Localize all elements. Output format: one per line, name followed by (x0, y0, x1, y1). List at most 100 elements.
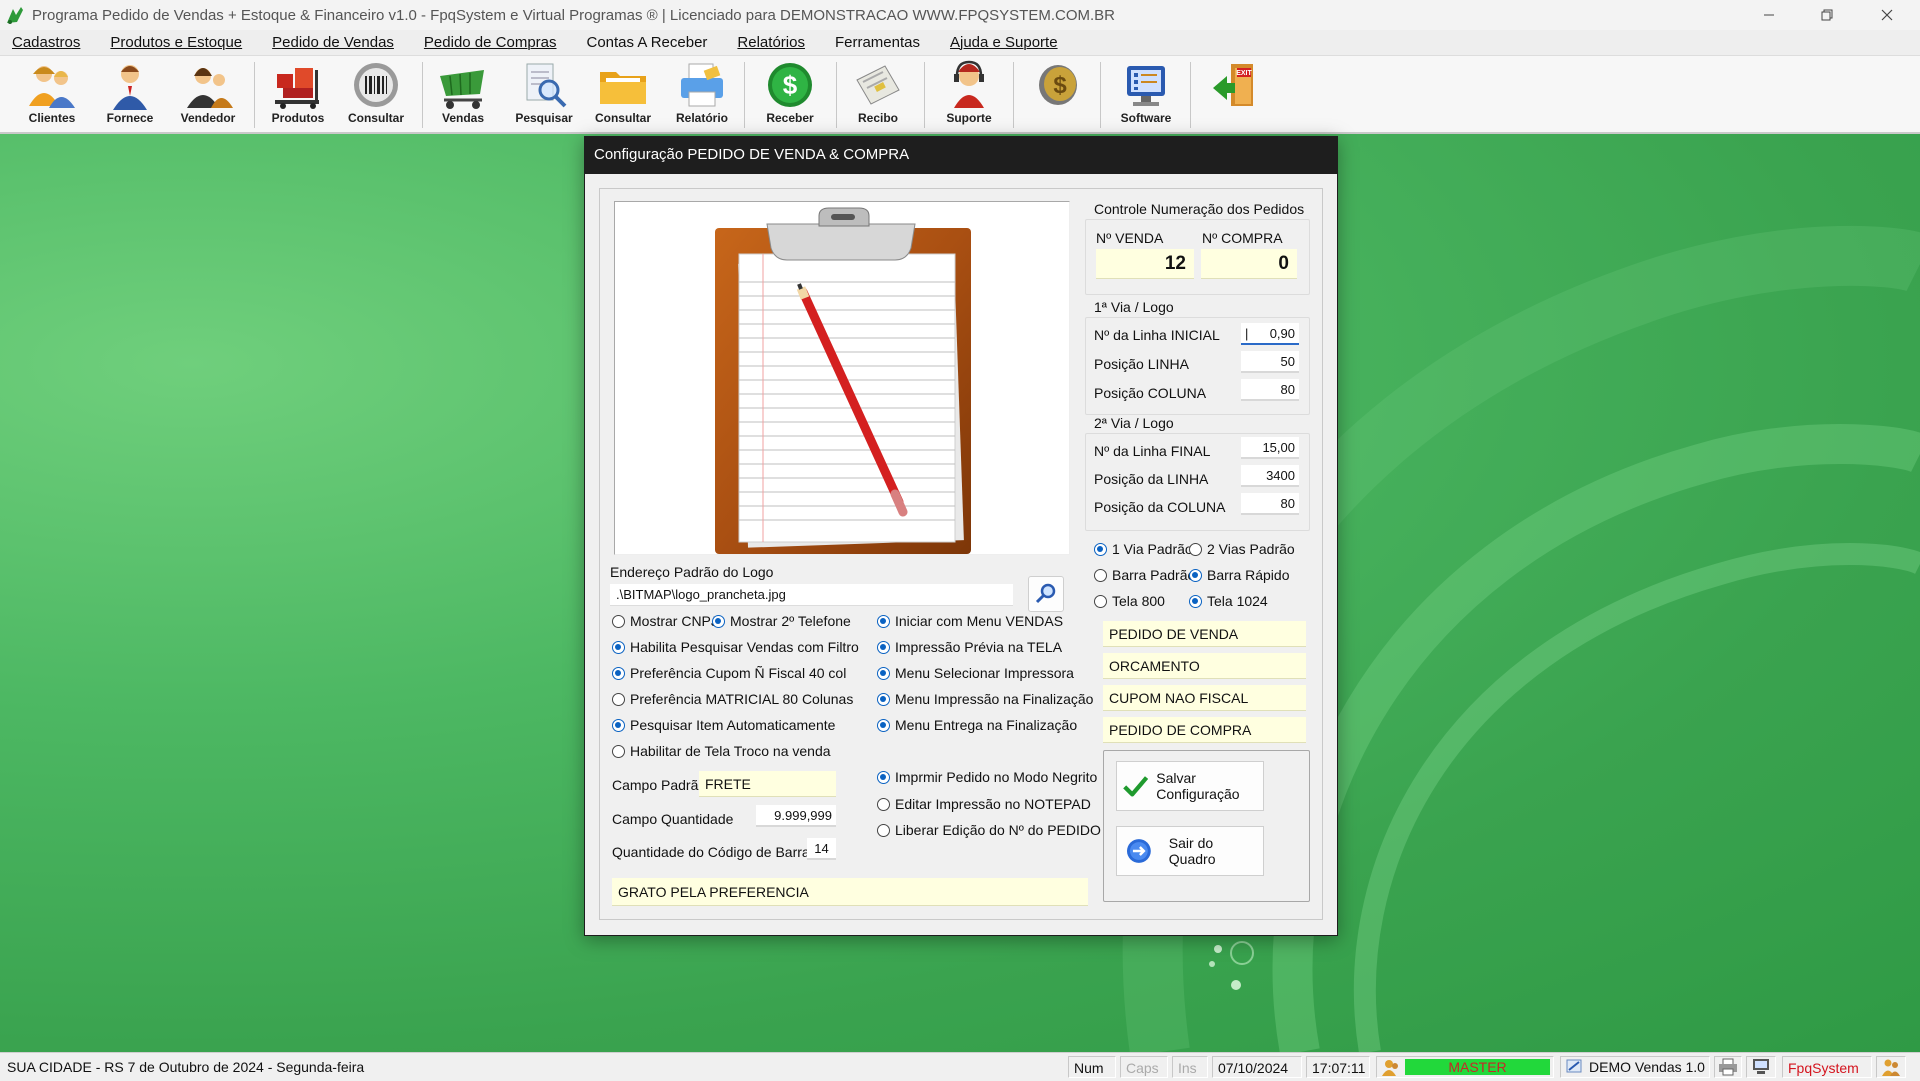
toolbar-pesquisar-label: Pesquisar (515, 111, 573, 125)
close-button[interactable] (1858, 0, 1916, 30)
menu-pedido-vendas[interactable]: Pedido de Vendas (257, 34, 409, 51)
title-pedido-compra-field[interactable]: PEDIDO DE COMPRA (1103, 717, 1306, 743)
toolbar-consultar-folder-button[interactable]: Consultar (587, 60, 659, 130)
toolbar-fornece-button[interactable]: Fornece (94, 60, 166, 130)
linha-final-label: Nº da Linha FINAL (1094, 443, 1211, 459)
radio-barra-rapido[interactable]: Barra Rápido (1189, 567, 1290, 583)
toolbar-suporte-button[interactable]: Suporte (933, 60, 1005, 130)
restore-button[interactable] (1798, 0, 1856, 30)
compra-number-label: Nº COMPRA (1202, 230, 1283, 246)
checkmark-icon (1123, 776, 1149, 797)
via2-title: 2ª Via / Logo (1094, 415, 1174, 431)
linha-inicial-value: 0,90 (1269, 326, 1295, 341)
toolbar-suporte-label: Suporte (946, 111, 992, 125)
title-cupom-field[interactable]: CUPOM NAO FISCAL (1103, 685, 1306, 711)
logo-path-field[interactable]: .\BITMAP\logo_prancheta.jpg (610, 584, 1013, 606)
option-tela-troco[interactable]: Habilitar de Tela Troco na venda (612, 743, 831, 759)
option-impressao-previa[interactable]: Impressão Prévia na TELA (877, 639, 1062, 655)
linha-inicial-field[interactable]: | 0,90 (1241, 323, 1299, 345)
menu-pedido-compras[interactable]: Pedido de Compras (409, 34, 572, 51)
posicao-coluna-field[interactable]: 80 (1241, 379, 1299, 401)
toolbar-relatorio-button[interactable]: Relatório (666, 60, 738, 130)
menu-cadastros[interactable]: Cadastros (0, 34, 95, 51)
venda-number-field[interactable]: 12 (1096, 249, 1194, 279)
mensagem-field[interactable]: GRATO PELA PREFERENCIA (612, 878, 1088, 906)
radio-dot (877, 640, 890, 654)
title-pedido-venda-field[interactable]: PEDIDO DE VENDA (1103, 621, 1306, 647)
campo-quantidade-field[interactable]: 9.999,999 (756, 805, 836, 827)
browse-logo-button[interactable] (1028, 576, 1064, 612)
compra-number-field[interactable]: 0 (1201, 249, 1297, 279)
option-entrega-finalizacao[interactable]: Menu Entrega na Finalização (877, 717, 1077, 733)
posicao-da-coluna-field[interactable]: 80 (1241, 493, 1299, 515)
posicao-da-linha-field[interactable]: 3400 (1241, 465, 1299, 487)
campo-padrao-label: Campo Padrão (612, 777, 707, 793)
option-mostrar-cnpj[interactable]: Mostrar CNPJ (612, 613, 718, 629)
menu-produtos-estoque[interactable]: Produtos e Estoque (95, 34, 257, 51)
radio-2-vias-padrao[interactable]: 2 Vias Padrão (1189, 541, 1295, 557)
status-num: Num (1068, 1056, 1116, 1078)
posicao-linha-label: Posição LINHA (1094, 356, 1189, 372)
status-printer[interactable] (1714, 1056, 1742, 1078)
toolbar-produtos-button[interactable]: Produtos (262, 60, 334, 130)
title-orcamento-field[interactable]: ORCAMENTO (1103, 653, 1306, 679)
option-editar-notepad[interactable]: Editar Impressão no NOTEPAD (877, 796, 1091, 812)
posicao-da-coluna-label: Posição da COLUNA (1094, 499, 1226, 515)
radio-1-via-padrao[interactable]: 1 Via Padrão (1094, 541, 1193, 557)
option-matricial-80col[interactable]: Preferência MATRICIAL 80 Colunas (612, 691, 853, 707)
toolbar-vendas-button[interactable]: Vendas (427, 60, 499, 130)
toolbar-consultar-button[interactable]: Consultar (340, 60, 412, 130)
logo-preview (614, 201, 1070, 555)
radio-dot (612, 614, 625, 628)
toolbar-recibo-button[interactable]: Recibo (842, 60, 914, 130)
option-selecionar-impressora[interactable]: Menu Selecionar Impressora (877, 665, 1074, 681)
campo-padrao-field[interactable]: FRETE (699, 771, 836, 797)
toolbar-receber-button[interactable]: $ Receber (754, 60, 826, 130)
option-liberar-edicao[interactable]: Liberar Edição do Nº do PEDIDO (877, 822, 1101, 838)
linha-final-field[interactable]: 15,00 (1241, 437, 1299, 459)
qtd-codigo-barras-field[interactable]: 14 (807, 838, 836, 860)
support-icon (954, 60, 984, 108)
status-ins: Ins (1172, 1056, 1208, 1078)
option-iniciar-menu-vendas[interactable]: Iniciar com Menu VENDAS (877, 613, 1063, 629)
status-computer[interactable] (1746, 1056, 1776, 1078)
toolbar-recibo-label: Recibo (857, 111, 898, 125)
option-mostrar-telefone[interactable]: Mostrar 2º Telefone (712, 613, 851, 629)
menu-relatorios[interactable]: Relatórios (722, 34, 820, 51)
toolbar-exit-button[interactable]: EXIT (1200, 60, 1272, 130)
toolbar-software-button[interactable]: Software (1110, 60, 1182, 130)
option-modo-negrito[interactable]: Imprmir Pedido no Modo Negrito (877, 769, 1097, 785)
dialog-panel: Endereço Padrão do Logo .\BITMAP\logo_pr… (599, 188, 1323, 920)
toolbar-money-button[interactable]: $ (1022, 60, 1094, 130)
option-pesquisar-filtro[interactable]: Habilita Pesquisar Vendas com Filtro (612, 639, 859, 655)
menu-ajuda-suporte[interactable]: Ajuda e Suporte (935, 34, 1073, 51)
close-icon (1881, 9, 1893, 21)
dialog-body: Endereço Padrão do Logo .\BITMAP\logo_pr… (585, 174, 1337, 935)
toolbar-clientes-button[interactable]: Clientes (16, 60, 88, 130)
toolbar-vendedor-button[interactable]: Vendedor (172, 60, 244, 130)
save-config-label: Salvar Configuração (1156, 770, 1240, 802)
posicao-linha-field[interactable]: 50 (1241, 351, 1299, 373)
toolbar-vendedor-label: Vendedor (180, 111, 236, 125)
toolbar-pesquisar-button[interactable]: Pesquisar (508, 60, 580, 130)
exit-dialog-button[interactable]: Sair do Quadro (1116, 826, 1264, 876)
status-app: DEMO Vendas 1.0 (1560, 1056, 1710, 1078)
radio-tela-1024[interactable]: Tela 1024 (1189, 593, 1268, 609)
save-config-button[interactable]: Salvar Configuração (1116, 761, 1264, 811)
exit-icon: EXIT (1213, 64, 1253, 106)
radio-barra-padrao[interactable]: Barra Padrão (1094, 567, 1195, 583)
window-title: Programa Pedido de Vendas + Estoque & Fi… (32, 6, 1115, 24)
option-pesquisar-item[interactable]: Pesquisar Item Automaticamente (612, 717, 835, 733)
toolbar-relatorio-label: Relatório (675, 111, 728, 125)
menu-ferramentas[interactable]: Ferramentas (820, 34, 935, 51)
status-user-label: MASTER (1405, 1059, 1550, 1075)
minimize-button[interactable] (1740, 0, 1798, 30)
toolbar-separator (924, 62, 925, 128)
menu-contas-receber[interactable]: Contas A Receber (572, 34, 723, 51)
option-cupom-40col[interactable]: Preferência Cupom Ñ Fiscal 40 col (612, 665, 846, 681)
option-impressao-finalizacao[interactable]: Menu Impressão na Finalização (877, 691, 1093, 707)
radio-dot (612, 692, 625, 706)
radio-tela-800[interactable]: Tela 800 (1094, 593, 1165, 609)
computer-icon (1753, 1059, 1769, 1074)
supplier-icon (113, 65, 147, 110)
